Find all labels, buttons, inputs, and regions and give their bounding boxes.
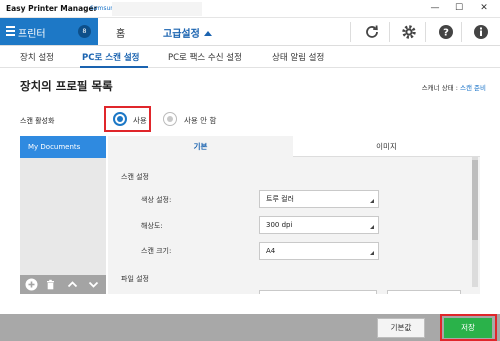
scan-settings-heading: 스캔 설정 [121,173,149,181]
file-setting-select-2[interactable] [387,290,461,294]
profile-list: My Documents [20,136,106,294]
trash-icon[interactable] [44,278,57,291]
list-item[interactable]: My Documents [20,136,106,158]
scan-size-select[interactable]: A4 [259,242,379,260]
footer-bar [0,314,500,341]
tab-image[interactable]: 이미지 [293,136,480,157]
toolbar-divider [461,22,462,42]
close-button[interactable]: ✕ [477,2,491,15]
resolution-select[interactable]: 300 dpi [259,216,379,234]
active-tab-indicator [80,66,148,68]
help-icon[interactable]: ? [437,23,455,41]
tab-fax-to-pc[interactable]: PC로 팩스 수신 설정 [168,51,242,63]
toolbar-divider [425,22,426,42]
printer-count-badge: 8 [78,25,91,38]
file-settings-heading: 파일 설정 [121,275,149,283]
printer-menu-button[interactable]: 프린터 8 [0,18,98,45]
save-button[interactable]: 저장 [444,318,492,338]
add-icon[interactable] [25,278,38,291]
nav-advanced-label: 고급설정 [163,29,200,40]
toolbar-divider [389,22,390,42]
app-title: Easy Printer Manager [6,4,98,13]
nav-home[interactable]: 홈 [116,25,125,40]
profile-detail-panel: 기본 이미지 스캔 설정 색상 설정: 트루 컬러 해상도: 300 dpi 스… [108,136,480,294]
svg-text:?: ? [443,28,449,39]
gear-icon[interactable] [400,23,418,41]
scrollbar-thumb[interactable] [472,160,478,240]
tab-basic[interactable]: 기본 [108,136,293,157]
page-title: 장치의 프로필 목록 [20,79,113,93]
refresh-icon[interactable] [363,23,381,41]
toolbar-divider [350,22,351,42]
reset-default-button[interactable]: 기본값 [377,318,425,338]
scanner-status-label: 스캐너 상태 : [421,84,458,92]
printer-label: 프린터 [18,29,46,40]
radio-scan-off[interactable] [163,112,177,126]
radio-scan-off-label[interactable]: 사용 안 함 [184,115,216,126]
file-setting-select[interactable] [259,290,377,294]
info-icon[interactable] [472,23,490,41]
color-setting-label: 색상 설정: [141,196,172,204]
minimize-button[interactable]: — [428,2,442,15]
nav-advanced-settings[interactable]: 고급설정 [163,25,212,40]
radio-scan-on[interactable] [113,112,127,126]
scan-size-label: 스캔 크기: [141,247,172,255]
device-name-redacted [112,2,202,16]
chevron-down-icon[interactable] [87,278,100,291]
tab-scan-to-pc[interactable]: PC로 스캔 설정 [82,51,140,63]
title-bar: Easy Printer Manager Samsung C — ☐ ✕ [0,0,500,18]
tab-device-settings[interactable]: 장치 설정 [20,51,54,63]
tab-alert-settings[interactable]: 상태 알림 설정 [272,51,324,63]
list-icon [6,26,15,36]
color-setting-select[interactable]: 트루 컬러 [259,190,379,208]
radio-scan-on-label[interactable]: 사용 [133,115,147,126]
caret-up-icon [203,31,212,36]
settings-subtabs: 장치 설정 PC로 스캔 설정 PC로 팩스 수신 설정 상태 알림 설정 [0,46,500,68]
scanner-status: 스캐너 상태 : 스캔 준비 [422,82,486,92]
chevron-up-icon[interactable] [66,278,79,291]
profile-list-toolbar [20,275,106,294]
toolbar: 프린터 8 홈 고급설정 ? [0,18,500,46]
scan-enable-label: 스캔 활성화 [20,117,55,125]
resolution-label: 해상도: [141,222,163,230]
maximize-button[interactable]: ☐ [452,2,466,15]
scanner-status-value[interactable]: 스캔 준비 [460,84,486,92]
